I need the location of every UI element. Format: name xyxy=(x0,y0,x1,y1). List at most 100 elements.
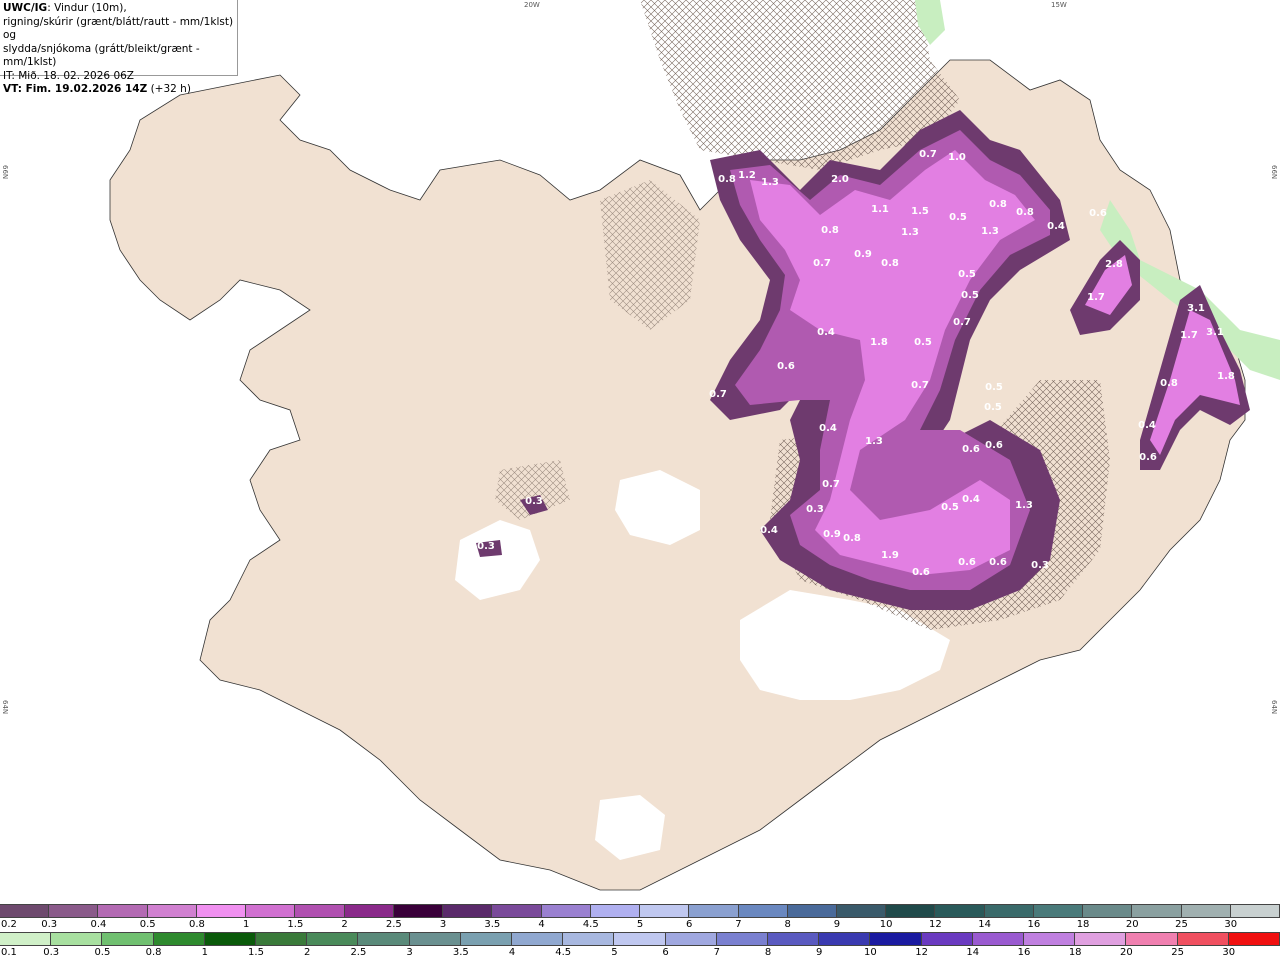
rain-legend-label: 0.5 xyxy=(94,947,111,958)
precip-value-label: 1.5 xyxy=(911,206,929,217)
lat-label-66n-left: 66N xyxy=(1,165,9,180)
rain-legend-swatch xyxy=(409,933,461,945)
rain-legend-swatch xyxy=(563,933,615,945)
rain-legend-label: 8 xyxy=(764,947,772,958)
snow-legend-label: 2.5 xyxy=(385,919,402,930)
rain-legend-label: 5 xyxy=(611,947,618,958)
rain-legend-label: 1.5 xyxy=(248,947,264,958)
precip-value-label: 1.3 xyxy=(865,436,883,447)
precip-value-label: 0.5 xyxy=(961,290,979,301)
rain-legend-label: 0.3 xyxy=(43,947,60,958)
precip-value-label: 0.3 xyxy=(1031,560,1049,571)
rain-legend-label: 20 xyxy=(1120,947,1133,958)
snow-legend-swatch xyxy=(0,905,50,917)
rain-legend-swatch xyxy=(307,933,359,945)
rain-legend-label: 9 xyxy=(816,947,823,958)
rain-legend-swatch xyxy=(870,933,922,945)
rain-legend-label: 6 xyxy=(662,947,669,958)
rain-legend-label: 0.8 xyxy=(145,947,162,958)
snow-legend-label: 0.2 xyxy=(1,919,17,930)
precip-value-label: 0.7 xyxy=(813,258,831,269)
precip-value-label: 0.3 xyxy=(477,541,495,552)
snow-legend-label: 0.5 xyxy=(139,919,156,930)
precip-value-label: 0.6 xyxy=(989,557,1007,568)
precip-value-label: 1.3 xyxy=(1015,500,1033,511)
snow-legend-swatch xyxy=(541,905,591,917)
snow-legend-swatch xyxy=(98,905,148,917)
precip-value-label: 0.5 xyxy=(914,337,932,348)
precip-value-label: 0.3 xyxy=(806,504,824,515)
precip-value-label: 0.8 xyxy=(718,174,736,185)
snow-legend-label: 3.5 xyxy=(484,919,501,930)
snow-legend-swatch xyxy=(836,905,887,917)
rain-legend-label: 2.5 xyxy=(350,947,367,958)
precip-value-label: 1.7 xyxy=(1180,330,1198,341)
precip-value-label: 0.7 xyxy=(822,479,840,490)
snow-legend-label: 14 xyxy=(978,919,991,930)
precip-value-label: 0.8 xyxy=(881,258,899,269)
snow-legend-swatch xyxy=(344,905,394,917)
snow-legend-swatch xyxy=(147,905,197,917)
lon-label-15w: 15W xyxy=(1051,1,1067,9)
snow-legend-label: 7 xyxy=(735,919,742,930)
init-time: IT: Mið. 18. 02. 2026 06Z xyxy=(3,69,134,82)
snow-legend-swatch xyxy=(935,905,985,917)
precip-value-label: 0.4 xyxy=(817,327,835,338)
rain-legend-label: 7 xyxy=(713,947,720,958)
rain-color-legend xyxy=(0,932,1280,946)
lat-label-64n-right: 64N xyxy=(1270,700,1278,715)
snow-legend-swatch xyxy=(640,905,690,917)
snow-color-legend xyxy=(0,904,1280,918)
rain-legend-swatch xyxy=(460,933,513,945)
precip-value-label: 0.8 xyxy=(821,225,839,236)
valid-time: VT: Fim. 19.02.2026 14Z xyxy=(3,83,148,95)
precip-value-label: 1.8 xyxy=(870,337,888,348)
snow-legend-label: 1 xyxy=(242,919,250,930)
snow-legend-label: 30 xyxy=(1224,919,1238,930)
map-viewer: 0.8 1.2 1.3 2.0 1.1 1.5 0.7 1.0 0.8 1.3 0.5 0.8 0.4 0… xyxy=(0,0,1280,960)
precip-value-label: 0.3 xyxy=(525,496,543,507)
rain-legend-swatch xyxy=(256,933,308,945)
precip-value-label: 3.1 xyxy=(1187,303,1205,314)
snow-legend-label: 0.3 xyxy=(41,919,58,930)
rain-legend-label: 3 xyxy=(406,947,413,958)
precip-value-label: 0.6 xyxy=(985,440,1003,451)
rain-legend-swatch xyxy=(665,933,717,945)
model-name: UWC/IG xyxy=(3,2,48,14)
snow-legend-label: 4.5 xyxy=(582,919,599,930)
precip-value-label: 1.1 xyxy=(871,204,889,215)
snow-legend-swatch xyxy=(196,905,247,917)
precip-value-label: 0.7 xyxy=(919,149,937,160)
snow-legend-swatch xyxy=(1033,905,1084,917)
precip-value-label: 1.0 xyxy=(948,152,966,163)
precip-value-label: 0.4 xyxy=(819,423,837,434)
precip-value-label: 0.6 xyxy=(958,557,976,568)
snow-legend-label: 10 xyxy=(879,919,893,930)
snow-legend-swatch xyxy=(886,905,936,917)
snow-legend-swatch xyxy=(393,905,444,917)
precip-value-label: 0.6 xyxy=(1089,208,1107,219)
rain-legend-label: 18 xyxy=(1068,947,1082,958)
rain-legend-label: 25 xyxy=(1171,947,1184,958)
precip-value-label: 0.8 xyxy=(843,533,861,544)
rain-legend-swatch xyxy=(972,933,1025,945)
precip-value-label: 0.4 xyxy=(962,494,980,505)
rain-legend-label: 12 xyxy=(915,947,928,958)
snow-legend-swatch xyxy=(984,905,1034,917)
forecast-hour: (+32 h) xyxy=(150,83,191,95)
snow-legend-swatch xyxy=(49,905,99,917)
rain-legend-label: 4 xyxy=(508,947,516,958)
precip-value-label: 0.9 xyxy=(854,249,872,260)
lat-label-66n-right: 66N xyxy=(1270,165,1278,180)
precip-value-label: 1.2 xyxy=(738,170,756,181)
snow-legend-swatch xyxy=(246,905,296,917)
rain-legend-swatch xyxy=(358,933,410,945)
precip-value-label: 1.8 xyxy=(1217,371,1235,382)
snow-legend-label: 0.4 xyxy=(90,919,107,930)
rain-legend-swatch xyxy=(819,933,871,945)
model-desc-1: : Vindur (10m), xyxy=(47,2,127,14)
precip-value-label: 0.4 xyxy=(1047,221,1065,232)
precip-value-label: 0.9 xyxy=(823,529,841,540)
snow-legend-label: 3 xyxy=(439,919,447,930)
precip-value-label: 0.8 xyxy=(1016,207,1034,218)
